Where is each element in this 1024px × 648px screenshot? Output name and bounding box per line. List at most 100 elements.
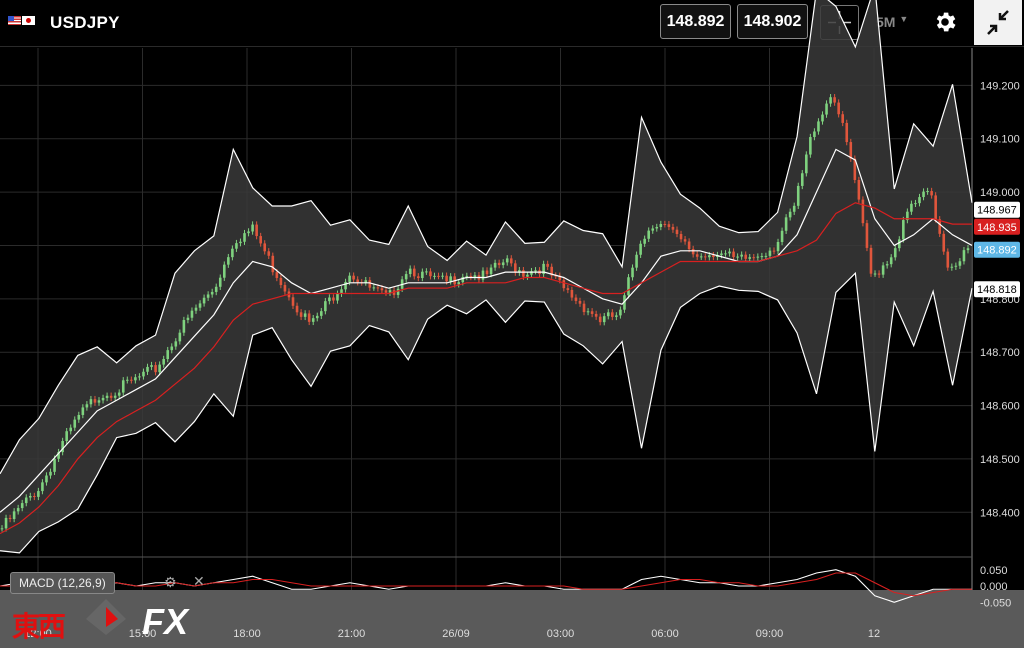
- candle-body: [651, 228, 655, 231]
- candle-body: [865, 223, 869, 248]
- logo-fx: FX: [142, 601, 189, 642]
- candle-body: [384, 290, 388, 293]
- candle-body: [12, 511, 16, 520]
- candle-body: [162, 359, 165, 365]
- candle-body: [445, 275, 448, 282]
- candle-body: [210, 291, 214, 295]
- candle-body: [182, 320, 186, 333]
- candle-body: [885, 264, 889, 266]
- price-chart[interactable]: 148.400148.500148.600148.700148.800148.9…: [0, 0, 1024, 648]
- y-tick-label: 149.100: [980, 134, 1020, 146]
- candle-body: [45, 475, 48, 483]
- candle-body: [740, 254, 743, 257]
- x-tick-label: 09:00: [756, 628, 784, 640]
- macd-y-tick-label: -0.050: [980, 597, 1011, 609]
- x-tick-label: 18:00: [233, 628, 261, 640]
- candle-body: [235, 243, 238, 249]
- candle-body: [724, 253, 727, 255]
- macd-y-tick-label: 0.050: [980, 565, 1008, 577]
- candle-body: [202, 297, 206, 304]
- candle-body: [857, 179, 861, 200]
- candle-body: [691, 249, 695, 255]
- candle-body: [372, 287, 376, 289]
- y-tick-label: 148.600: [980, 401, 1020, 413]
- candle-body: [8, 517, 12, 520]
- candle-body: [760, 256, 764, 258]
- candle-body: [142, 371, 145, 377]
- candle-body: [522, 270, 525, 277]
- indicator-close-icon[interactable]: ✕: [193, 573, 205, 590]
- candle-body: [69, 427, 73, 432]
- candle-body: [675, 229, 679, 235]
- candle-body: [837, 102, 840, 115]
- candle-body: [279, 277, 283, 286]
- candle-body: [574, 297, 578, 301]
- candle-body: [283, 285, 287, 292]
- candle-body: [376, 287, 380, 289]
- macd-indicator-label[interactable]: MACD (12,26,9): [10, 572, 115, 594]
- candle-body: [562, 280, 566, 289]
- candle-body: [578, 300, 582, 304]
- candle-body: [243, 233, 246, 242]
- candle-body: [809, 137, 812, 155]
- candle-body: [271, 255, 275, 273]
- candle-body: [764, 255, 768, 257]
- y-tick-label: 149.000: [980, 187, 1020, 199]
- candle-body: [910, 203, 913, 212]
- candle-body: [125, 379, 129, 381]
- candle-body: [736, 256, 739, 258]
- candle-body: [635, 254, 638, 268]
- candle-body: [619, 309, 622, 316]
- candle-body: [307, 313, 311, 322]
- candle-body: [259, 236, 262, 244]
- candle-body: [938, 219, 942, 234]
- candle-body: [683, 239, 687, 242]
- candle-body: [65, 431, 68, 442]
- candle-body: [421, 271, 424, 279]
- x-tick-label: 03:00: [547, 628, 575, 640]
- candle-body: [679, 234, 683, 240]
- candle-body: [93, 399, 97, 403]
- candle-body: [667, 224, 671, 227]
- indicator-settings-icon[interactable]: ⚙: [164, 574, 177, 591]
- candle-body: [869, 247, 873, 274]
- candle-body: [805, 154, 808, 174]
- candle-body: [534, 270, 537, 272]
- y-tick-label: 148.400: [980, 507, 1020, 519]
- candle-body: [24, 497, 28, 504]
- candle-body: [251, 224, 254, 232]
- candle-body: [134, 377, 137, 381]
- price-label: 148.818: [977, 284, 1017, 296]
- candle-body: [720, 253, 723, 256]
- candle-body: [776, 242, 780, 252]
- candle-body: [227, 257, 230, 265]
- candle-body: [833, 97, 836, 103]
- candle-body: [206, 294, 210, 298]
- candle-body: [174, 341, 178, 347]
- candle-body: [481, 270, 485, 280]
- candle-body: [356, 279, 359, 283]
- candle-body: [889, 257, 893, 265]
- candle-body: [788, 211, 792, 218]
- candle-body: [303, 313, 307, 317]
- candle-body: [586, 311, 590, 313]
- candle-body: [417, 276, 420, 279]
- candle-body: [687, 241, 691, 250]
- candle-body: [138, 376, 141, 378]
- candle-body: [465, 275, 469, 277]
- x-tick-label: 06:00: [651, 628, 679, 640]
- candle-body: [602, 316, 606, 323]
- candle-body: [109, 395, 113, 398]
- candle-body: [117, 392, 121, 396]
- candle-body: [81, 407, 85, 415]
- candle-body: [4, 517, 8, 529]
- candle-body: [918, 197, 921, 204]
- candle-body: [77, 414, 81, 420]
- candle-body: [170, 346, 174, 351]
- candle-body: [861, 199, 865, 224]
- candle-body: [247, 231, 250, 234]
- candle-body: [695, 254, 699, 257]
- candle-body: [881, 265, 885, 275]
- candle-body: [663, 224, 667, 226]
- candle-body: [631, 267, 634, 278]
